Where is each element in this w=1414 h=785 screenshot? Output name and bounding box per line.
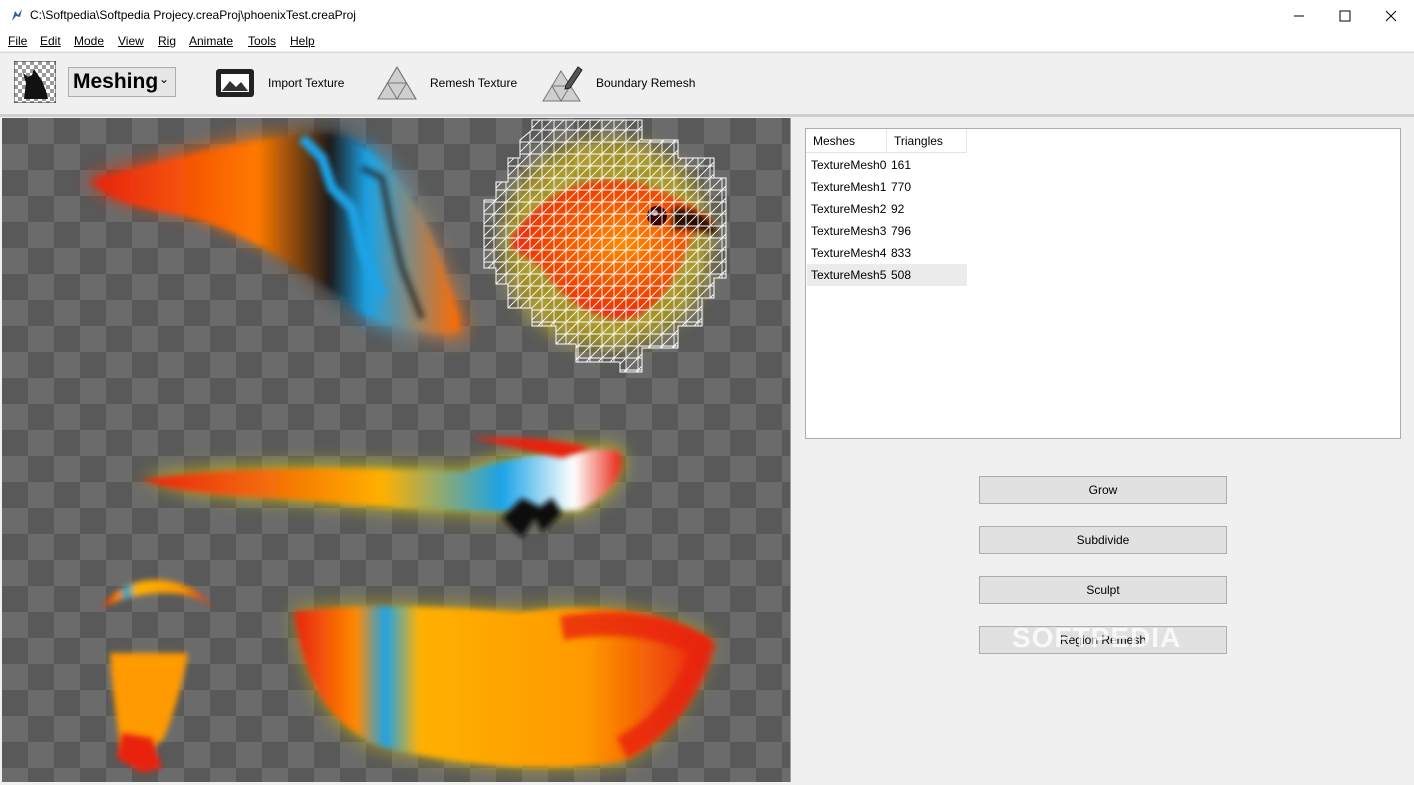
title-bar: C:\Softpedia\Softpedia Projecy.creaProj\… [0,0,1414,31]
cell-mesh-name: TextureMesh2 [811,202,887,216]
head-texture-mesh [483,119,727,373]
toolbar: Meshing ⌄ Import Texture Remesh Texture … [0,52,1414,115]
table-row[interactable]: TextureMesh3 796 [807,220,967,242]
menu-tools[interactable]: Tools [248,34,276,48]
subdivide-button[interactable]: Subdivide [979,526,1227,554]
texture-canvas[interactable] [2,118,791,782]
import-texture-label: Import Texture [268,76,345,90]
sculpt-button[interactable]: Sculpt [979,576,1227,604]
minimize-icon [1294,15,1304,16]
toolbar-divider [0,114,1414,117]
menu-animate[interactable]: Animate [189,34,233,48]
mode-dropdown-value: Meshing [73,70,159,93]
leg-texture [110,653,188,773]
triangle-mesh-icon [377,66,417,100]
menu-rig[interactable]: Rig [158,34,176,48]
import-texture-button[interactable]: Import Texture [214,61,344,105]
mesh-pencil-icon [542,66,583,102]
remesh-texture-label: Remesh Texture [430,76,518,90]
close-icon [1385,10,1397,21]
cell-triangles: 833 [891,246,912,260]
boundary-remesh-button[interactable]: Boundary Remesh [542,61,695,105]
meshes-table[interactable]: Meshes Triangles TextureMesh0 161 Textur… [805,128,1401,439]
maximize-button[interactable] [1322,0,1368,31]
app-icon [9,7,25,23]
table-row[interactable]: TextureMesh4 833 [807,242,967,264]
column-header-meshes[interactable]: Meshes [806,129,887,153]
cell-mesh-name: TextureMesh5 [811,268,887,282]
menu-edit[interactable]: Edit [40,34,61,48]
table-row[interactable]: TextureMesh1 770 [807,176,967,198]
window-title: C:\Softpedia\Softpedia Projecy.creaProj\… [30,8,356,22]
table-row-selected[interactable]: TextureMesh5 508 [807,264,967,286]
chevron-down-icon: ⌄ [158,72,169,86]
crest-texture [102,579,214,608]
wing-texture [87,129,466,340]
minimize-button[interactable] [1276,0,1322,31]
cell-triangles: 796 [891,224,912,238]
creature-logo-icon[interactable] [14,61,56,103]
menu-view[interactable]: View [118,34,144,48]
table-row[interactable]: TextureMesh2 92 [807,198,967,220]
picture-icon [216,69,254,97]
grow-button[interactable]: Grow [979,476,1227,504]
cell-triangles: 161 [891,158,912,172]
cell-mesh-name: TextureMesh1 [811,180,887,194]
cell-mesh-name: TextureMesh3 [811,224,887,238]
cell-triangles: 770 [891,180,912,194]
body-texture [292,602,716,772]
menu-bar: File Edit Mode View Rig Animate Tools He… [0,31,1414,51]
mode-dropdown[interactable]: Meshing ⌄ [68,67,176,97]
boundary-remesh-label: Boundary Remesh [596,76,696,90]
cell-triangles: 508 [891,268,912,282]
menu-mode[interactable]: Mode [74,34,104,48]
cell-mesh-name: TextureMesh0 [811,158,887,172]
cell-mesh-name: TextureMesh4 [811,246,887,260]
menu-help[interactable]: Help [290,34,315,48]
menu-file[interactable]: File [8,34,27,48]
watermark: SOFTPEDIA [1012,622,1182,653]
remesh-texture-button[interactable]: Remesh Texture [376,61,517,105]
column-header-triangles[interactable]: Triangles [887,129,967,153]
close-button[interactable] [1368,0,1414,31]
maximize-icon [1339,10,1351,21]
cell-triangles: 92 [891,202,905,216]
table-row[interactable]: TextureMesh0 161 [807,154,967,176]
tail-texture [142,437,625,538]
